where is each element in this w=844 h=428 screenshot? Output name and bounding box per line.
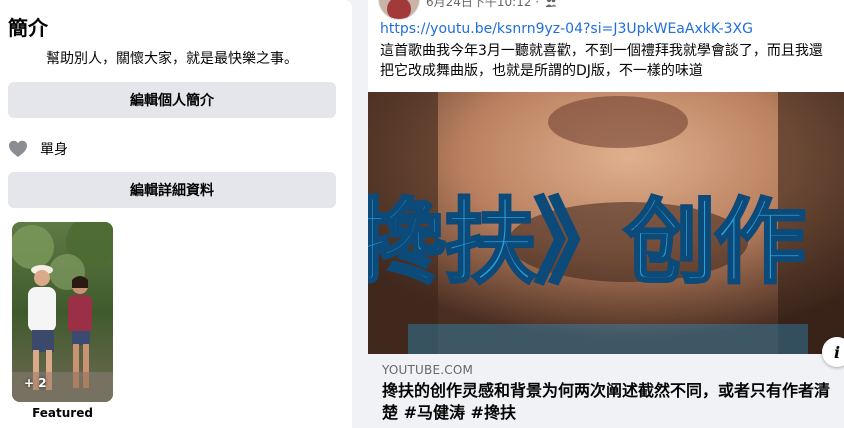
post-timestamp[interactable]: 6月24日下午10:12 · <box>426 0 539 10</box>
friends-audience-icon[interactable] <box>545 0 557 8</box>
featured-label: Featured <box>32 406 93 420</box>
post-card: 6月24日下午10:12 · https://youtu.be/ksnrn9yz… <box>368 0 844 428</box>
featured-photo-image <box>12 222 113 402</box>
featured-more-count: + 2 <box>24 376 47 390</box>
preview-domain: YOUTUBE.COM <box>382 363 474 377</box>
edit-bio-button[interactable]: 編輯個人簡介 <box>8 82 336 118</box>
author-avatar[interactable] <box>378 0 420 20</box>
relationship-row: 單身 <box>8 138 68 160</box>
post-text: 這首歌曲我今年3月一聽就喜歡，不到一個禮拜我就學會談了，而且我還 把它改成舞曲版… <box>380 41 844 81</box>
video-thumbnail: 搀扶》创作 <box>368 92 844 354</box>
intro-title: 簡介 <box>8 16 48 40</box>
post-meta: 6月24日下午10:12 · <box>426 0 557 10</box>
relationship-status: 單身 <box>40 142 68 158</box>
heart-icon <box>8 139 28 159</box>
edit-details-button[interactable]: 編輯詳細資料 <box>8 172 336 208</box>
post-text-line: 把它改成舞曲版，也就是所謂的DJ版，不一樣的味道 <box>380 63 703 79</box>
info-icon[interactable]: i <box>822 337 844 367</box>
thumbnail-overlay-text: 搀扶》创作 <box>368 189 804 296</box>
bio-text: 幫助別人，關懷大家，就是最快樂之事。 <box>46 51 298 67</box>
intro-card: 簡介 幫助別人，關懷大家，就是最快樂之事。 編輯個人簡介 單身 編輯詳細資料 +… <box>0 0 352 428</box>
link-preview-image[interactable]: 搀扶》创作 <box>368 92 844 354</box>
preview-title[interactable]: 搀扶的创作灵感和背景为何两次阐述截然不同，或者只有作者清楚 #马健涛 #搀扶 <box>382 380 832 424</box>
post-text-line: 這首歌曲我今年3月一聽就喜歡，不到一個禮拜我就學會談了，而且我還 <box>380 43 823 59</box>
link-preview-caption[interactable]: YOUTUBE.COM 搀扶的创作灵感和背景为何两次阐述截然不同，或者只有作者清… <box>368 354 844 428</box>
featured-photo-thumbnail[interactable]: + 2 <box>12 222 113 402</box>
post-youtube-link[interactable]: https://youtu.be/ksnrn9yz-04?si=J3UpkWEa… <box>380 21 753 37</box>
